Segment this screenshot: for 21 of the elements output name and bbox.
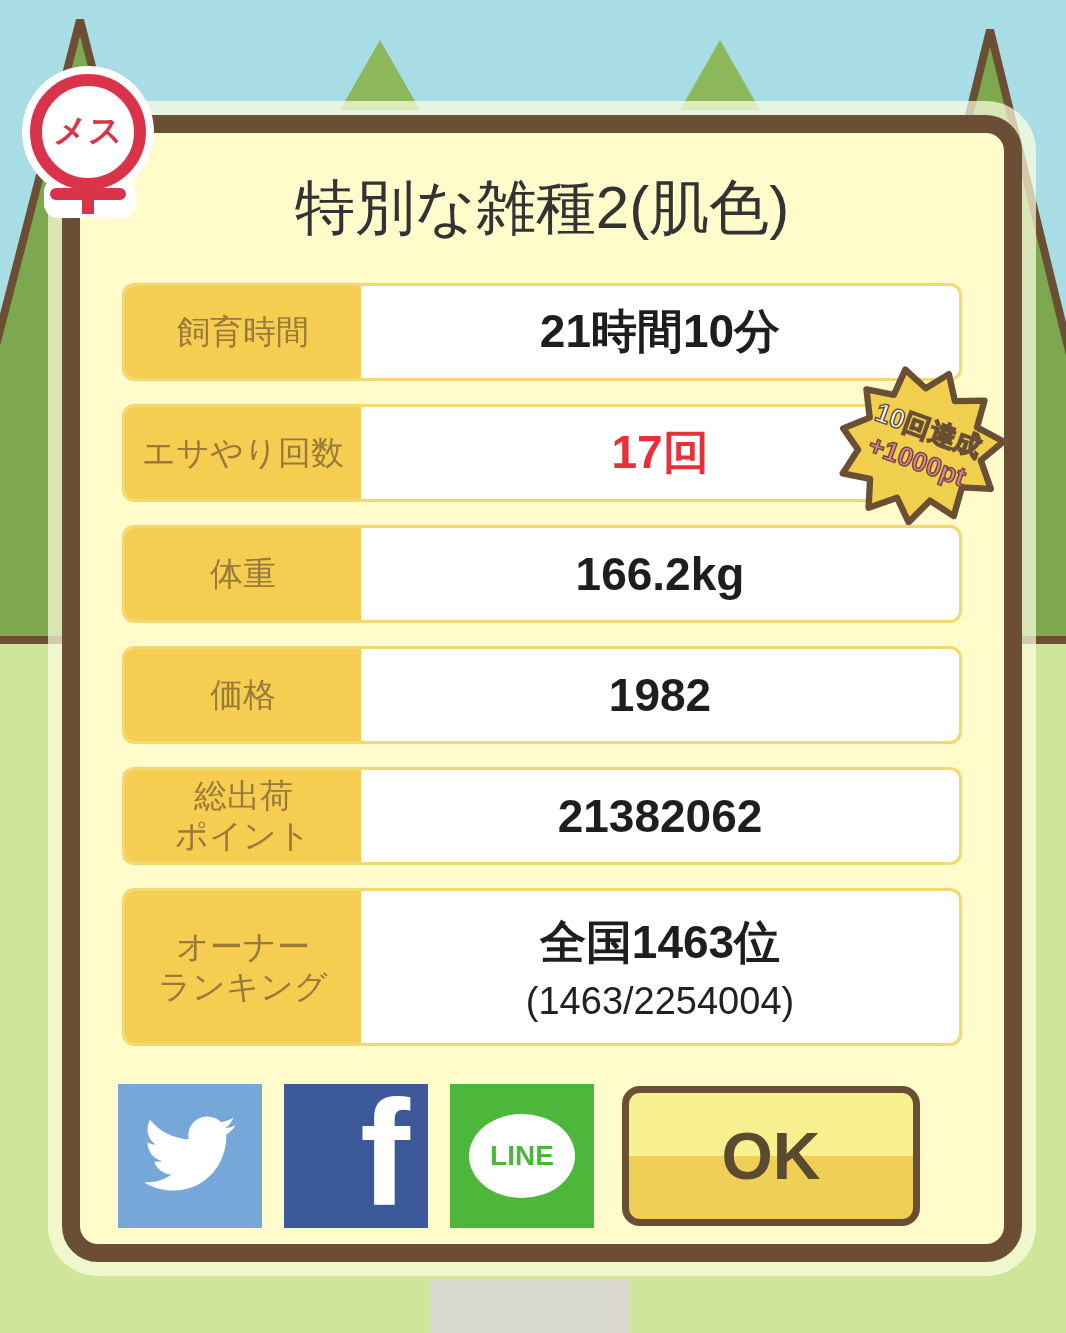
dialog-title: 特別な雑種2(肌色) <box>293 172 791 243</box>
stat-value: 17回 <box>611 425 709 480</box>
stat-label-line: 総出荷 <box>193 776 293 816</box>
stat-value: 21時間10分 <box>539 304 781 359</box>
stat-label: 飼育時間 <box>177 312 309 352</box>
twitter-share-button[interactable] <box>118 1084 262 1228</box>
stat-value: 1982 <box>608 668 712 722</box>
ok-button[interactable]: OK <box>622 1086 920 1226</box>
stat-label: 価格 <box>210 675 276 715</box>
stat-label-line: ランキング <box>158 967 328 1007</box>
stat-label: エサやり回数 <box>142 433 344 473</box>
facebook-share-button[interactable]: f <box>284 1084 428 1228</box>
stat-value: 全国1463位 <box>539 914 781 970</box>
stat-value: 166.2kg <box>575 547 745 601</box>
stat-label: 体重 <box>210 554 276 594</box>
stat-label-line: ポイント <box>175 816 311 856</box>
gender-label: メス <box>52 110 124 151</box>
stat-subvalue: (1463/2254004) <box>525 979 795 1023</box>
stat-label-line: オーナー <box>176 927 310 967</box>
stat-value: 21382062 <box>557 789 763 843</box>
line-logo: LINE <box>469 1114 575 1198</box>
